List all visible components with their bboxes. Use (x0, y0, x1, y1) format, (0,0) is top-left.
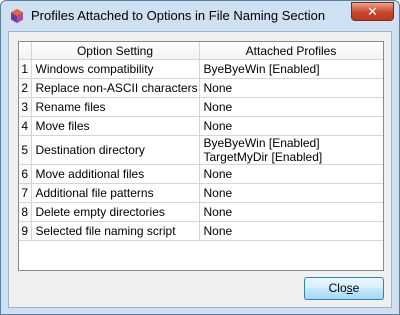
header-row-number[interactable] (19, 42, 32, 60)
table-header-row: Option Setting Attached Profiles (19, 42, 383, 60)
table-row[interactable]: 6 Move additional files None (19, 164, 383, 184)
table-row[interactable]: 3 Rename files None (19, 97, 383, 117)
profile-entry: TargetMyDir [Enabled] (203, 150, 323, 164)
row-number: 8 (19, 202, 32, 222)
table-row[interactable]: 9 Selected file naming script None (19, 221, 383, 241)
option-setting-cell[interactable]: Windows compatibility (31, 59, 200, 79)
row-number: 7 (19, 183, 32, 203)
profile-entry: None (203, 81, 233, 95)
row-number: 4 (19, 116, 32, 136)
option-setting-cell[interactable]: Additional file patterns (31, 183, 200, 203)
close-icon: ✕ (367, 4, 378, 19)
title-bar[interactable]: Profiles Attached to Options in File Nam… (1, 1, 399, 31)
profile-entry: None (203, 205, 233, 219)
profile-entry: None (203, 167, 233, 181)
dialog-client-area: Option Setting Attached Profiles 1 Window… (8, 31, 392, 308)
option-setting-cell[interactable]: Replace non-ASCII characters (31, 78, 200, 98)
option-setting-cell[interactable]: Destination directory (31, 135, 200, 165)
attached-profiles-cell[interactable]: ByeByeWin [Enabled] TargetMyDir [Enabled] (199, 135, 383, 165)
window-title: Profiles Attached to Options in File Nam… (31, 8, 326, 23)
app-icon (11, 9, 23, 23)
table-row[interactable]: 1 Windows compatibility ByeByeWin [Enabled… (19, 59, 383, 79)
attached-profiles-cell[interactable]: None (199, 116, 383, 136)
row-number: 6 (19, 164, 32, 184)
option-setting-cell[interactable]: Selected file naming script (31, 221, 200, 241)
profiles-table[interactable]: Option Setting Attached Profiles 1 Window… (18, 41, 384, 271)
attached-profiles-cell[interactable]: None (199, 78, 383, 98)
attached-profiles-cell[interactable]: None (199, 164, 383, 184)
window-close-button[interactable]: ✕ (351, 2, 394, 21)
option-setting-cell[interactable]: Rename files (31, 97, 200, 117)
profile-entry: None (203, 224, 233, 238)
row-number: 3 (19, 97, 32, 117)
option-setting-cell[interactable]: Move files (31, 116, 200, 136)
close-button[interactable]: Close (304, 277, 384, 300)
profile-entry: ByeByeWin [Enabled] (203, 62, 320, 76)
attached-profiles-cell[interactable]: None (199, 202, 383, 222)
table-row[interactable]: 2 Replace non-ASCII characters None (19, 78, 383, 98)
option-setting-cell[interactable]: Move additional files (31, 164, 200, 184)
profile-entry: None (203, 100, 233, 114)
row-number: 1 (19, 59, 32, 79)
attached-profiles-cell[interactable]: None (199, 221, 383, 241)
attached-profiles-cell[interactable]: None (199, 97, 383, 117)
table-row[interactable]: 8 Delete empty directories None (19, 202, 383, 222)
attached-profiles-cell[interactable]: ByeByeWin [Enabled] (199, 59, 383, 79)
header-option-setting[interactable]: Option Setting (31, 42, 200, 60)
attached-profiles-cell[interactable]: None (199, 183, 383, 203)
profile-entry: ByeByeWin [Enabled] (203, 136, 320, 150)
profile-entry: None (203, 119, 233, 133)
row-number: 5 (19, 135, 32, 165)
table-row[interactable]: 5 Destination directory ByeByeWin [Enabled… (19, 135, 383, 165)
option-setting-cell[interactable]: Delete empty directories (31, 202, 200, 222)
row-number: 9 (19, 221, 32, 241)
profile-entry: None (203, 186, 233, 200)
table-row[interactable]: 7 Additional file patterns None (19, 183, 383, 203)
table-row[interactable]: 4 Move files None (19, 116, 383, 136)
row-number: 2 (19, 78, 32, 98)
dialog-window: Profiles Attached to Options in File Nam… (0, 0, 400, 315)
header-attached-profiles[interactable]: Attached Profiles (199, 42, 383, 60)
